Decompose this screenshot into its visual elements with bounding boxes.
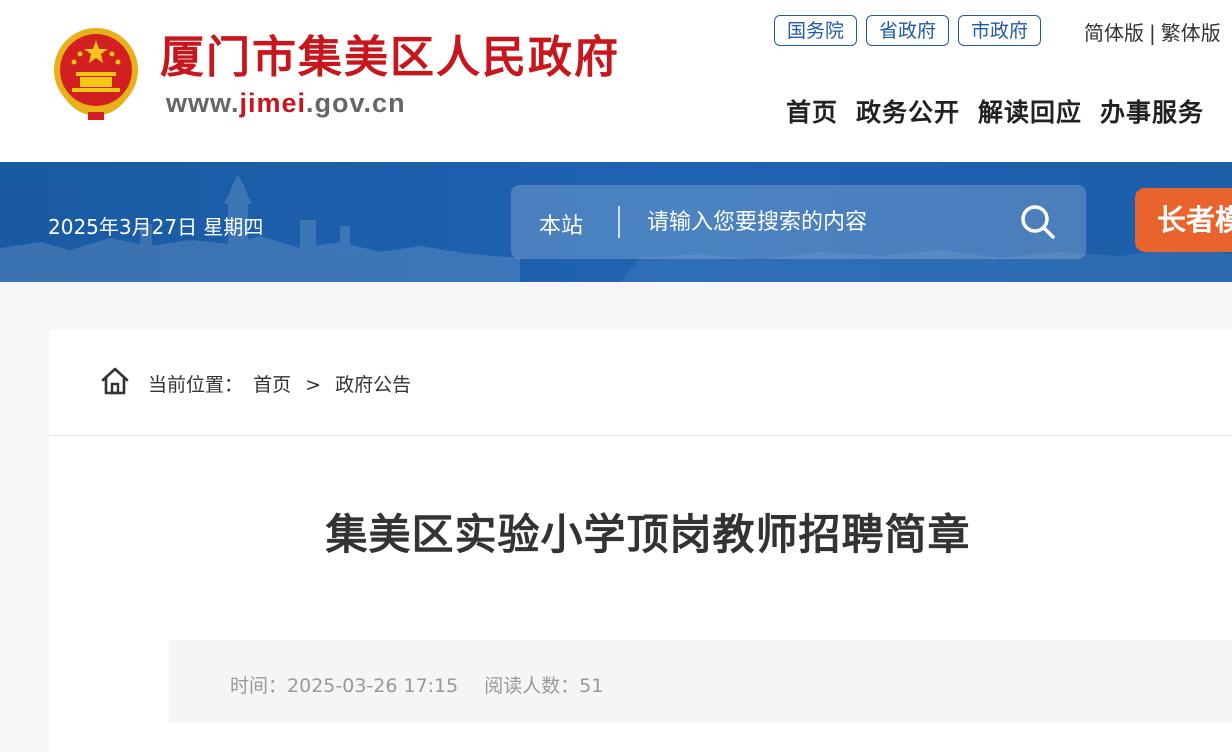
view-count-label: 阅读人数：	[484, 675, 580, 697]
elder-mode-button[interactable]: 长者模式	[1135, 188, 1232, 252]
home-icon	[101, 367, 129, 395]
main-nav: 首页 政务公开 解读回应 办事服务	[786, 93, 1204, 129]
view-count: 51	[579, 675, 604, 697]
article-meta-text: 时间：2025-03-26 17:15 阅读人数：51	[230, 671, 603, 698]
search-input[interactable]	[647, 200, 1007, 244]
site-url-suffix: .gov.cn	[306, 88, 406, 118]
article-meta: 时间：2025-03-26 17:15 阅读人数：51	[169, 640, 1232, 723]
national-emblem-icon	[54, 28, 138, 120]
search-scope-select[interactable]: 本站	[539, 208, 583, 240]
article-title: 集美区实验小学顶岗教师招聘简章	[325, 510, 971, 559]
publish-time-label: 时间：	[230, 675, 288, 697]
breadcrumb-home[interactable]: 首页	[253, 374, 291, 396]
gov-link-state-council[interactable]: 国务院	[774, 15, 858, 46]
search-icon[interactable]	[1019, 203, 1057, 241]
site-url-prefix: www.	[166, 88, 240, 118]
breadcrumb-announcements[interactable]: 政府公告	[335, 374, 411, 396]
gov-link-province[interactable]: 省政府	[866, 15, 950, 46]
breadcrumb: 当前位置： 首页 > 政府公告	[49, 330, 1232, 436]
site-header: 厦门市集美区人民政府 www.jimei.gov.cn 国务院 省政府 市政府 …	[0, 0, 1232, 162]
gov-links: 国务院 省政府 市政府	[774, 15, 1042, 46]
search-box: 本站	[511, 185, 1086, 259]
lang-traditional[interactable]: 繁体版	[1161, 21, 1221, 45]
lang-separator: |	[1149, 21, 1156, 45]
publish-time: 2025-03-26 17:15	[287, 675, 459, 697]
current-date: 2025年3月27日 星期四	[48, 215, 264, 239]
language-switch: 简体版 | 繁体版	[1084, 17, 1221, 46]
nav-home[interactable]: 首页	[786, 93, 838, 129]
article-container: 当前位置： 首页 > 政府公告 集美区实验小学顶岗教师招聘简章 时间：2025-…	[49, 330, 1232, 752]
breadcrumb-label: 当前位置：	[148, 374, 244, 396]
nav-services[interactable]: 办事服务	[1100, 93, 1204, 129]
breadcrumb-separator: >	[305, 374, 322, 396]
site-name: 厦门市集美区人民政府	[160, 32, 620, 83]
breadcrumb-trail: 当前位置： 首页 > 政府公告	[148, 370, 415, 397]
nav-government-affairs[interactable]: 政务公开	[856, 93, 960, 129]
site-url-highlight: jimei	[239, 88, 307, 118]
nav-interpretation[interactable]: 解读回应	[978, 93, 1082, 129]
search-banner: 2025年3月27日 星期四 本站 长者模式	[0, 162, 1232, 282]
search-divider	[618, 206, 620, 238]
gov-link-city[interactable]: 市政府	[958, 15, 1042, 46]
lang-simplified[interactable]: 简体版	[1084, 21, 1144, 45]
site-url: www.jimei.gov.cn	[166, 88, 406, 119]
